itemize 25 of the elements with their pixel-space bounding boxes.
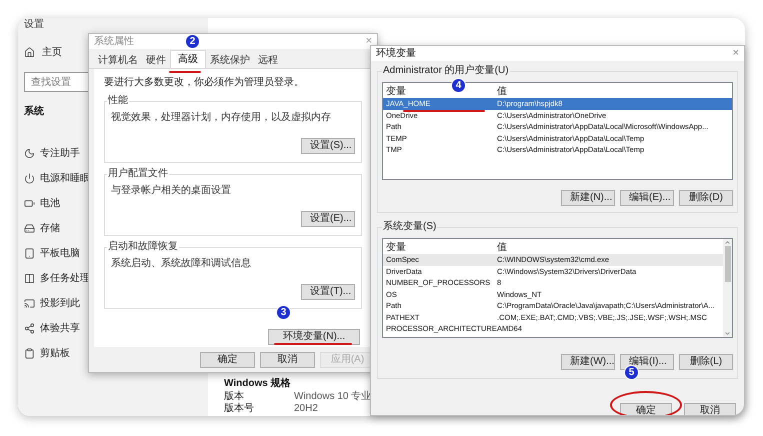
dialog-title: 环境变量 (376, 46, 416, 61)
group-title: 系统变量(S) (382, 221, 438, 233)
dialog-title: 系统属性 (94, 34, 134, 50)
column-header: 值 (497, 85, 507, 98)
spec-label: 版本 (224, 391, 245, 402)
spec-value: 20H2 (294, 403, 318, 415)
group-title: 用户配置文件 (107, 168, 169, 180)
step-number-badge: 4 (451, 78, 466, 93)
column-header: 变量 (385, 241, 407, 254)
notice-text: 要进行大多数更改，你必须作为管理员登录。 (104, 76, 305, 90)
window-title: 设置 (24, 19, 44, 31)
group-title: Administrator 的用户变量(U) (382, 65, 510, 77)
column-header: 值 (497, 241, 507, 254)
group-title: 性能 (107, 95, 129, 108)
step-number-badge: 5 (624, 365, 639, 380)
group-description: 系统启动、系统故障和调试信息 (111, 256, 252, 272)
step-number-badge: 3 (276, 305, 291, 320)
spec-label: 版本号 (224, 403, 255, 415)
group-description: 视觉效果，处理器计划，内存使用，以及虚拟内存 (111, 110, 332, 126)
group-title: 启动和故障恢复 (107, 241, 179, 254)
section-heading: Windows 规格 (224, 378, 291, 390)
group-description: 与登录帐户相关的桌面设置 (111, 184, 232, 198)
column-header: 变量 (385, 85, 407, 98)
spec-value: Windows 10 专业 (294, 391, 372, 403)
section-heading: 系统 (24, 104, 44, 119)
